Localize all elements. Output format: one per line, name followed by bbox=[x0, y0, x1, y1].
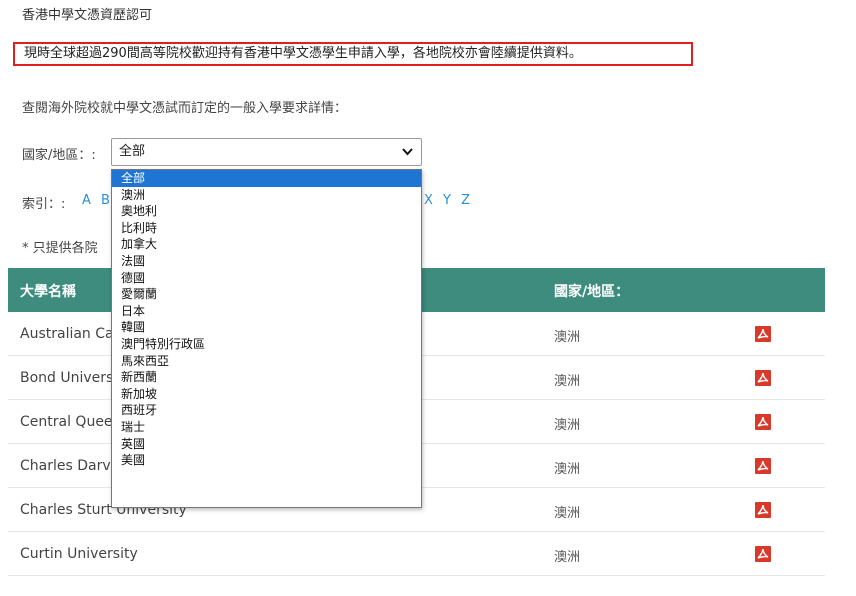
footnote: * 只提供各院 bbox=[22, 241, 98, 256]
country-option[interactable]: 韓國 bbox=[112, 319, 421, 336]
country-option[interactable]: 德國 bbox=[112, 270, 421, 287]
country-select[interactable]: 全部 bbox=[111, 138, 422, 166]
pdf-icon[interactable] bbox=[755, 326, 771, 342]
university-country: 澳洲 bbox=[554, 374, 581, 389]
country-option[interactable]: 瑞士 bbox=[112, 419, 421, 436]
country-option[interactable]: 比利時 bbox=[112, 220, 421, 237]
pdf-icon[interactable] bbox=[755, 458, 771, 474]
index-label: 索引：: bbox=[22, 197, 66, 212]
table-row: Curtin University 澳洲 bbox=[8, 532, 825, 576]
university-name[interactable]: Charles Darv bbox=[20, 458, 111, 474]
country-option[interactable]: 奧地利 bbox=[112, 203, 421, 220]
country-option[interactable]: 英國 bbox=[112, 436, 421, 453]
index-letters-right[interactable]: X Y Z bbox=[424, 193, 473, 208]
notice-text: 現時全球超過290間高等院校歡迎持有香港中學文憑學生申請入學，各地院校亦會陸續提… bbox=[24, 46, 582, 61]
university-name[interactable]: Bond Univers bbox=[20, 370, 113, 386]
country-filter-label: 國家/地區：: bbox=[22, 148, 96, 163]
university-country: 澳洲 bbox=[554, 506, 581, 521]
header-university-name: 大學名稱 bbox=[20, 284, 76, 300]
country-option[interactable]: 日本 bbox=[112, 303, 421, 320]
page-heading: 香港中學文憑資歷認可 bbox=[22, 8, 153, 23]
university-country: 澳洲 bbox=[554, 330, 581, 345]
pdf-icon[interactable] bbox=[755, 546, 771, 562]
country-option[interactable]: 新加坡 bbox=[112, 386, 421, 403]
country-option[interactable]: 美國 bbox=[112, 452, 421, 469]
country-option[interactable]: 西班牙 bbox=[112, 402, 421, 419]
country-option[interactable]: 新西蘭 bbox=[112, 369, 421, 386]
header-country: 國家/地區： bbox=[554, 284, 630, 300]
pdf-icon[interactable] bbox=[755, 414, 771, 430]
country-option[interactable]: 馬來西亞 bbox=[112, 353, 421, 370]
country-option[interactable]: 加拿大 bbox=[112, 236, 421, 253]
university-name[interactable]: Curtin University bbox=[20, 546, 138, 562]
country-select-value: 全部 bbox=[119, 144, 146, 159]
country-option[interactable]: 法國 bbox=[112, 253, 421, 270]
country-option[interactable]: 澳洲 bbox=[112, 187, 421, 204]
notice-banner: 現時全球超過290間高等院校歡迎持有香港中學文憑學生申請入學，各地院校亦會陸續提… bbox=[13, 42, 693, 66]
university-country: 澳洲 bbox=[554, 462, 581, 477]
university-country: 澳洲 bbox=[554, 418, 581, 433]
intro-text: 查閱海外院校就中學文憑試而訂定的一般入學要求詳情： bbox=[22, 101, 348, 116]
university-name[interactable]: Central Quee bbox=[20, 414, 113, 430]
country-option[interactable]: 愛爾蘭 bbox=[112, 286, 421, 303]
country-option[interactable]: 全部 bbox=[112, 170, 421, 187]
university-country: 澳洲 bbox=[554, 550, 581, 565]
university-name[interactable]: Australian Ca bbox=[20, 326, 114, 342]
index-letters-left[interactable]: A B bbox=[82, 193, 113, 208]
country-dropdown-list[interactable]: 全部 澳洲 奧地利 比利時 加拿大 法國 德國 愛爾蘭 日本 韓國 澳門特別行政區 馬來西亞 新西蘭 新加… bbox=[111, 169, 422, 508]
country-option[interactable]: 澳門特別行政區 bbox=[112, 336, 421, 353]
pdf-icon[interactable] bbox=[755, 502, 771, 518]
pdf-icon[interactable] bbox=[755, 370, 771, 386]
